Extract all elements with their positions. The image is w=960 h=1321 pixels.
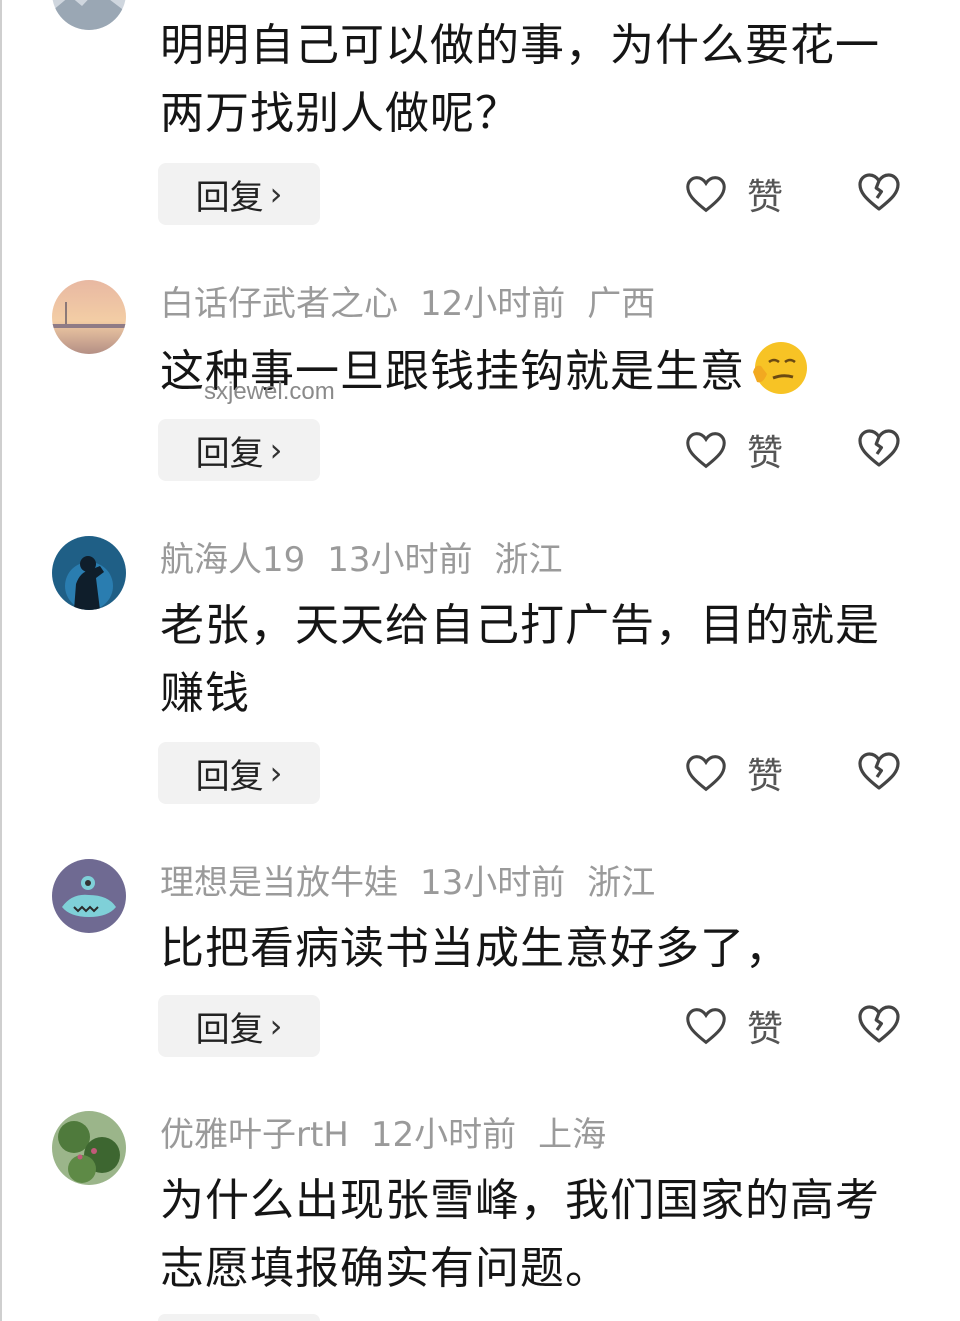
- dislike-button[interactable]: [855, 747, 903, 799]
- like-button[interactable]: 赞: [683, 168, 783, 220]
- heart-outline-icon: [686, 1008, 726, 1045]
- heart-outline-icon: [686, 755, 726, 792]
- chevron-right-icon: ›: [269, 431, 283, 469]
- comment-meta: 白话仔武者之心 12小时前 广西: [160, 284, 677, 324]
- smirk-emoji-icon: [753, 342, 807, 394]
- comment-text: 老张，天天给自己打广告，目的就是赚钱: [160, 600, 880, 719]
- username[interactable]: 航海人19: [160, 540, 305, 580]
- like-label: 赞: [747, 1009, 784, 1050]
- like-button[interactable]: 赞: [683, 747, 783, 799]
- chevron-right-icon: ›: [269, 1007, 283, 1045]
- avatar[interactable]: [52, 859, 126, 933]
- reply-button[interactable]: 回复 ›: [158, 419, 320, 481]
- timestamp: 13小时前: [327, 540, 473, 580]
- reply-label: 回复: [195, 1009, 264, 1050]
- like-label: 赞: [747, 756, 784, 797]
- avatar[interactable]: [52, 536, 126, 610]
- timestamp: 12小时前: [370, 1115, 517, 1155]
- timestamp: 12小时前: [420, 284, 566, 324]
- comment-text: 比把看病读书当成生意好多了，: [160, 923, 790, 974]
- reply-button[interactable]: 回复 ›: [158, 742, 320, 804]
- broken-heart-icon: [858, 1005, 900, 1043]
- location: 浙江: [587, 863, 656, 903]
- watermark: sxjewel.com: [204, 378, 335, 405]
- avatar[interactable]: [52, 280, 126, 354]
- username[interactable]: 优雅叶子rtH: [160, 1115, 349, 1155]
- reply-label: 回复: [195, 177, 264, 218]
- timestamp: 13小时前: [420, 863, 566, 903]
- like-label: 赞: [747, 433, 784, 474]
- location: 广西: [587, 284, 656, 324]
- heart-outline-icon: [686, 176, 726, 213]
- username[interactable]: 理想是当放牛娃: [160, 863, 398, 903]
- reply-label: 回复: [195, 433, 264, 474]
- reply-label: 回复: [195, 756, 264, 797]
- avatar[interactable]: [52, 0, 126, 30]
- comment-text: 明明自己可以做的事，为什么要花一两万找别人做呢？: [160, 20, 880, 139]
- comment-meta: 理想是当放牛娃 13小时前 浙江: [160, 863, 677, 903]
- heart-outline-icon: [686, 432, 726, 469]
- broken-heart-icon: [858, 429, 900, 467]
- location: 上海: [538, 1115, 607, 1155]
- chevron-right-icon: ›: [269, 175, 283, 213]
- comment-meta: 航海人19 13小时前 浙江: [160, 540, 585, 580]
- like-button[interactable]: 赞: [683, 1000, 783, 1052]
- reply-button[interactable]: 回复 ›: [158, 995, 320, 1057]
- broken-heart-icon: [858, 173, 900, 211]
- chevron-right-icon: ›: [269, 754, 283, 792]
- comment-meta: 优雅叶子rtH 12小时前 上海: [160, 1115, 628, 1155]
- username[interactable]: 白话仔武者之心: [160, 284, 398, 324]
- left-edge-divider: [0, 0, 2, 1321]
- like-label: 赞: [747, 177, 784, 218]
- dislike-button[interactable]: [855, 1000, 903, 1052]
- location: 浙江: [494, 540, 563, 580]
- dislike-button[interactable]: [855, 424, 903, 476]
- dislike-button[interactable]: [855, 168, 903, 220]
- like-button[interactable]: 赞: [683, 424, 783, 476]
- avatar[interactable]: [52, 1111, 126, 1185]
- reply-button-partial[interactable]: [158, 1314, 320, 1321]
- reply-button[interactable]: 回复 ›: [158, 163, 320, 225]
- broken-heart-icon: [858, 752, 900, 790]
- comment-text: 为什么出现张雪峰，我们国家的高考志愿填报确实有问题。: [160, 1175, 880, 1294]
